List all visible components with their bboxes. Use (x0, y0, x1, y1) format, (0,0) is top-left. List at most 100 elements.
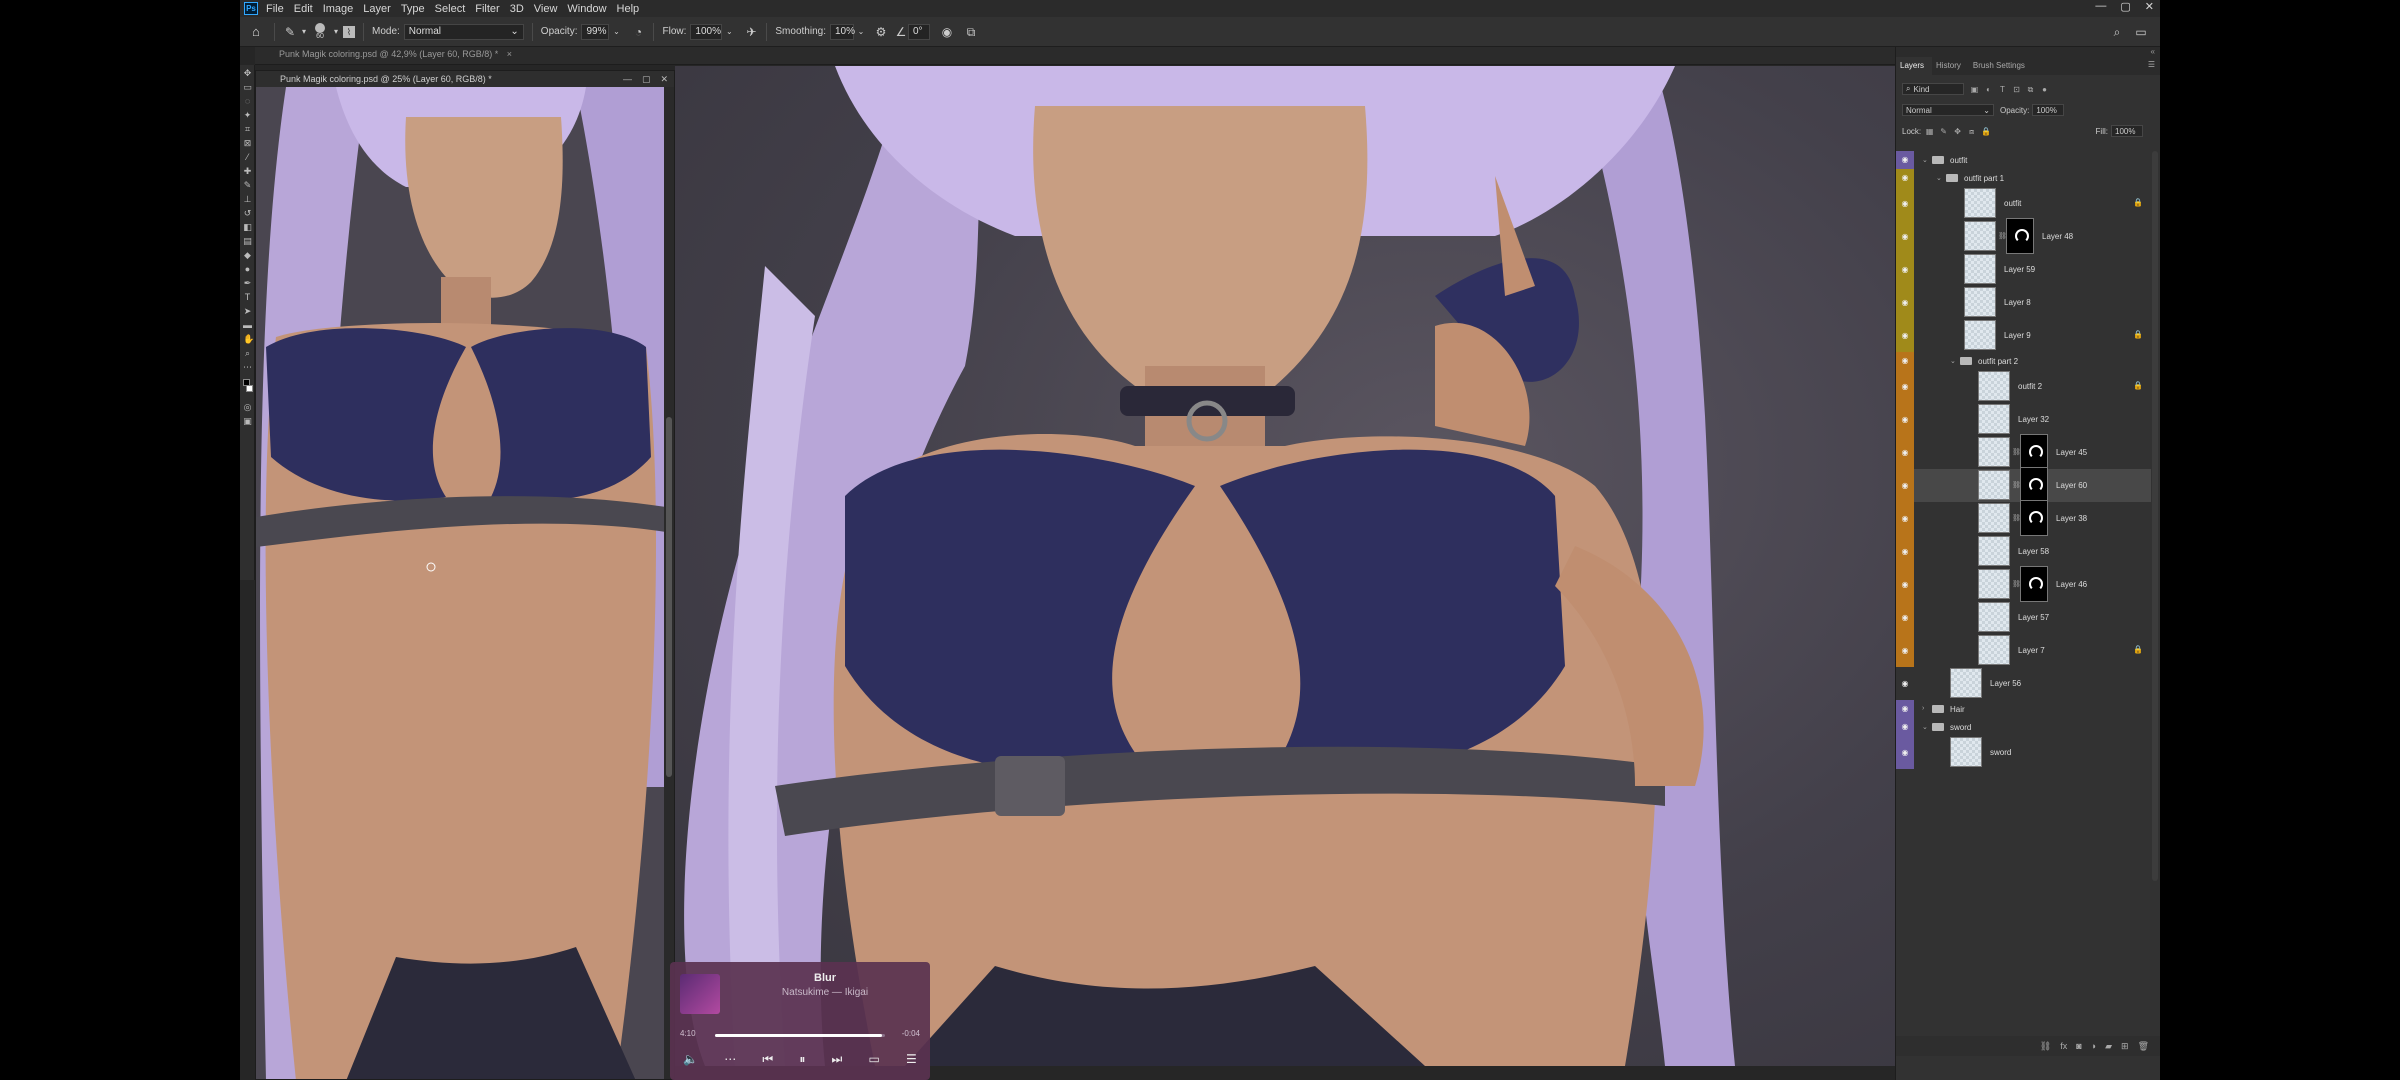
chevron-down-icon[interactable]: ⌄ (854, 25, 868, 39)
history-brush-tool-icon[interactable]: ↺ (243, 209, 252, 218)
layer-row[interactable]: ◉ outfit 2 🔒 (1896, 370, 2151, 403)
visibility-eye-icon[interactable]: ◉ (1899, 513, 1911, 525)
tab-layers[interactable]: Layers (1896, 57, 1933, 75)
layer-style-icon[interactable]: fx (2060, 1041, 2067, 1051)
visibility-eye-icon[interactable]: ◉ (1899, 703, 1911, 715)
menu-layer[interactable]: Layer (363, 3, 391, 15)
layer-row[interactable]: ◉ ⛓ Layer 45 (1896, 434, 2151, 470)
menu-image[interactable]: Image (323, 3, 354, 15)
menu-type[interactable]: Type (401, 3, 425, 15)
tab-brush-settings[interactable]: Brush Settings (1969, 57, 2033, 75)
layer-row[interactable]: ◉ ⛓ Layer 46 (1896, 566, 2151, 602)
layer-mask-thumbnail[interactable] (2020, 434, 2048, 470)
menu-select[interactable]: Select (435, 3, 466, 15)
workspace-icon[interactable]: ▭ (2134, 25, 2148, 39)
more-options-icon[interactable]: ⋯ (724, 1052, 736, 1067)
menu-file[interactable]: File (266, 3, 284, 15)
smoothing-options-gear-icon[interactable]: ⚙ (874, 25, 888, 39)
lock-transparency-icon[interactable]: ▦ (1925, 127, 1934, 136)
lock-artboard-icon[interactable]: ⧈ (1967, 127, 1976, 136)
quick-mask-icon[interactable]: ◎ (243, 403, 252, 412)
search-icon[interactable]: ⌕ (2110, 25, 2124, 39)
shape-tool-icon[interactable]: ▬ (243, 321, 252, 330)
move-tool-icon[interactable]: ✥ (243, 69, 252, 78)
kind-filter-select[interactable]: ⌕ Kind (1902, 83, 1964, 95)
layer-row[interactable]: ◉ ⛓ Layer 60 (1896, 467, 2151, 503)
visibility-eye-icon[interactable]: ◉ (1899, 231, 1911, 243)
delete-layer-icon[interactable]: 🗑 (2138, 1041, 2149, 1052)
layer-mask-thumbnail[interactable] (2020, 566, 2048, 602)
gradient-tool-icon[interactable]: ▤ (243, 237, 252, 246)
maximize-icon[interactable]: ▢ (642, 71, 651, 87)
queue-icon[interactable]: ☰ (906, 1052, 917, 1067)
menu-view[interactable]: View (534, 3, 558, 15)
add-mask-icon[interactable]: ◙ (2076, 1041, 2081, 1051)
visibility-eye-icon[interactable]: ◉ (1899, 612, 1911, 624)
frame-tool-icon[interactable]: ⊠ (243, 139, 252, 148)
visibility-eye-icon[interactable]: ◉ (1899, 414, 1911, 426)
layer-row[interactable]: ◉ Layer 8 (1896, 286, 2151, 319)
filter-adjustment-icon[interactable]: ◐ (1984, 85, 1993, 94)
pressure-opacity-icon[interactable]: ◔ (631, 25, 645, 39)
menu-help[interactable]: Help (617, 3, 640, 15)
filter-smart-object-icon[interactable]: ⧉ (2026, 85, 2035, 94)
layer-row[interactable]: ◉ Layer 59 (1896, 253, 2151, 286)
lyrics-icon[interactable]: ▭ (869, 1052, 880, 1067)
symmetry-icon[interactable]: ⧉ (964, 25, 978, 39)
visibility-eye-icon[interactable]: ◉ (1899, 264, 1911, 276)
close-icon[interactable]: ✕ (660, 71, 668, 87)
filter-shape-icon[interactable]: ⊡ (2012, 85, 2021, 94)
layer-group-row[interactable]: ◉ ⌄ sword (1896, 718, 2151, 736)
layer-group-row[interactable]: ◉ ⌄ outfit part 2 (1896, 352, 2151, 370)
adjustment-layer-icon[interactable]: ◑ (2091, 1041, 2096, 1051)
minimize-icon[interactable]: — (2095, 0, 2106, 13)
hand-tool-icon[interactable]: ✋ (243, 335, 254, 344)
layer-row[interactable]: ◉ Layer 56 (1896, 667, 2151, 700)
crop-tool-icon[interactable]: ⌗ (243, 125, 252, 134)
airbrush-icon[interactable]: ✈ (744, 25, 758, 39)
blur-tool-icon[interactable]: ◆ (243, 251, 252, 260)
menu-window[interactable]: Window (567, 3, 606, 15)
lock-position-icon[interactable]: ✥ (1953, 127, 1962, 136)
dodge-tool-icon[interactable]: ● (243, 265, 252, 274)
visibility-eye-icon[interactable]: ◉ (1899, 579, 1911, 591)
layer-group-row[interactable]: ◉ ⌄ outfit (1896, 151, 2151, 169)
music-player-widget[interactable]: Blur Natsukime — Ikigai 4:10 -0:04 🔈 ⋯ ⏮… (670, 962, 930, 1080)
secondary-scroll-thumb[interactable] (666, 417, 672, 777)
layer-row[interactable]: ◉ Layer 7 🔒 (1896, 634, 2151, 667)
pressure-size-icon[interactable]: ◉ (940, 25, 954, 39)
volume-icon[interactable]: 🔈 (683, 1052, 698, 1067)
secondary-scrollbar[interactable] (664, 87, 674, 1079)
progress-bar[interactable] (715, 1034, 885, 1037)
chevron-down-icon[interactable]: ⌄ (609, 25, 623, 39)
layer-row[interactable]: ◉ Layer 58 (1896, 535, 2151, 568)
layer-row[interactable]: ◉ Layer 57 (1896, 601, 2151, 634)
smoothing-input[interactable]: 10% (829, 23, 855, 40)
minimize-icon[interactable]: — (623, 71, 632, 87)
group-expand-chevron-icon[interactable]: ⌄ (1936, 174, 1942, 182)
visibility-eye-icon[interactable]: ◉ (1899, 480, 1911, 492)
panel-menu-icon[interactable]: ☰ (2142, 57, 2160, 75)
layer-opacity-input[interactable]: 100% (2032, 104, 2065, 116)
visibility-eye-icon[interactable]: ◉ (1899, 172, 1911, 184)
panel-collapse-bar[interactable]: « (1896, 47, 2160, 57)
angle-input[interactable]: 0° (907, 23, 930, 40)
tab-history[interactable]: History (1932, 57, 1969, 75)
mode-select[interactable]: Normal ⌄ (403, 23, 524, 40)
next-track-icon[interactable]: ⏭ (832, 1052, 843, 1067)
eyedropper-tool-icon[interactable]: ⁄ (243, 153, 252, 162)
eraser-tool-icon[interactable]: ◧ (243, 223, 252, 232)
fill-input[interactable]: 100% (2111, 125, 2143, 137)
visibility-eye-icon[interactable]: ◉ (1899, 381, 1911, 393)
type-tool-icon[interactable]: T (243, 293, 252, 302)
link-layers-icon[interactable]: ⛓ (2040, 1041, 2051, 1052)
group-expand-chevron-icon[interactable]: › (1922, 705, 1924, 712)
path-select-tool-icon[interactable]: ➤ (243, 307, 252, 316)
previous-track-icon[interactable]: ⏮ (762, 1052, 773, 1067)
brush-tool-icon[interactable]: ✎ (243, 181, 252, 190)
secondary-document-window[interactable]: Punk Magik coloring.psd @ 25% (Layer 60,… (255, 70, 675, 1080)
chevron-down-icon[interactable]: ▾ (329, 25, 343, 39)
main-canvas[interactable] (675, 66, 2055, 1066)
visibility-eye-icon[interactable]: ◉ (1899, 721, 1911, 733)
group-expand-chevron-icon[interactable]: ⌄ (1922, 723, 1928, 731)
